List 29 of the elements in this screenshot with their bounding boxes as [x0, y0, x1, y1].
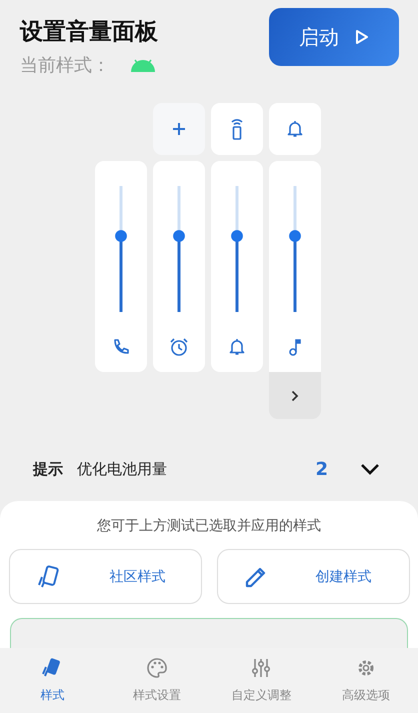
palette-icon	[146, 657, 168, 679]
bell-icon	[287, 120, 303, 138]
phone-icon	[112, 338, 130, 356]
quick-button[interactable]	[211, 103, 263, 155]
sliders-icon	[250, 657, 272, 679]
nav-tab[interactable]: 自定义调整	[209, 648, 314, 713]
style-button[interactable]: 创建样式	[216, 549, 410, 604]
tip-text: 优化电池用量	[77, 460, 168, 478]
remote-icon	[230, 118, 244, 140]
tip-count: 2	[315, 458, 328, 480]
current-style-label: 当前样式：	[20, 54, 110, 77]
cards-icon	[36, 564, 62, 590]
chevron-down-icon[interactable]	[360, 463, 380, 475]
nav-tab[interactable]: 样式设置	[104, 648, 209, 713]
nav-tab[interactable]: 样式	[0, 648, 104, 713]
style-button[interactable]: 社区样式	[8, 549, 202, 604]
play-icon	[355, 29, 369, 45]
nav-tab[interactable]: 高级选项	[314, 648, 418, 713]
quick-button[interactable]	[269, 103, 321, 155]
bell-icon	[229, 338, 245, 356]
alarm-clock-icon	[169, 337, 189, 357]
page-title: 设置音量面板	[20, 18, 158, 47]
tip-label: 提示	[33, 460, 63, 478]
plus-icon	[171, 121, 187, 137]
robot-icon	[130, 58, 156, 72]
music-note-icon	[288, 338, 302, 356]
start-button[interactable]: 启动	[269, 8, 399, 66]
chevron-right-icon	[291, 390, 299, 402]
hint-text: 您可于上方测试已选取并应用的样式	[97, 517, 321, 535]
